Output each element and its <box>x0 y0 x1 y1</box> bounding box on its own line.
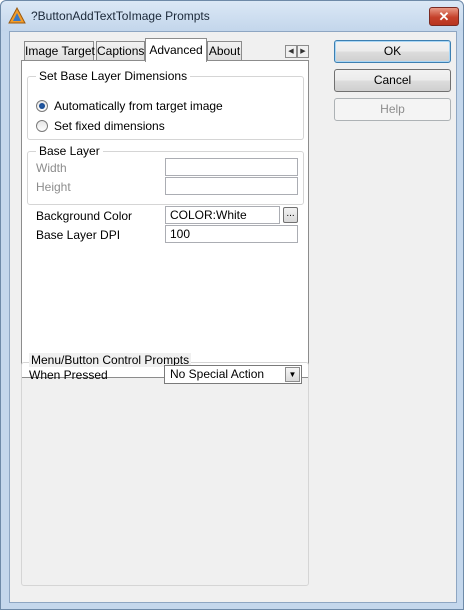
help-button[interactable]: Help <box>334 98 451 121</box>
when-pressed-value: No Special Action <box>170 367 265 381</box>
advanced-tab-panel: Set Base Layer Dimensions Automatically … <box>21 60 309 378</box>
close-icon: ✕ <box>438 9 450 24</box>
tab-scroll-right-icon[interactable]: ▶ <box>297 45 309 58</box>
radio-button-checked <box>36 100 48 112</box>
width-label: Width <box>36 161 67 175</box>
dialog-client-area: Image Target Captions Advanced About ◀ ▶… <box>9 31 457 603</box>
base-layer-dpi-label: Base Layer DPI <box>36 228 121 242</box>
tab-scroll-left-icon[interactable]: ◀ <box>285 45 297 58</box>
radio-button-unchecked <box>36 120 48 132</box>
tab-label: Advanced <box>149 43 203 57</box>
width-field[interactable] <box>165 158 298 176</box>
radio-fixed-dimensions[interactable]: Set fixed dimensions <box>36 119 165 133</box>
background-color-label: Background Color <box>36 209 133 223</box>
cancel-button[interactable]: Cancel <box>334 69 451 92</box>
tab-scroll-buttons: ◀ ▶ <box>285 45 309 58</box>
tab-image-target[interactable]: Image Target <box>24 41 95 62</box>
radio-label: Automatically from target image <box>54 99 223 113</box>
close-button[interactable]: ✕ <box>429 7 459 26</box>
ok-button[interactable]: OK <box>334 40 451 63</box>
dialog-window: ?ButtonAddTextToImage Prompts ✕ Image Ta… <box>0 0 464 610</box>
tab-label: Image Target <box>25 44 95 58</box>
height-label: Height <box>36 180 71 194</box>
menu-button-prompts-group <box>21 362 309 586</box>
when-pressed-dropdown[interactable]: No Special Action ▼ <box>164 365 302 384</box>
base-layer-dimensions-label: Set Base Layer Dimensions <box>36 69 191 83</box>
background-color-field[interactable]: COLOR:White <box>165 206 280 224</box>
base-layer-label: Base Layer <box>36 144 103 158</box>
title-bar[interactable]: ?ButtonAddTextToImage Prompts ✕ <box>1 1 463 31</box>
when-pressed-label: When Pressed <box>29 368 108 382</box>
radio-label: Set fixed dimensions <box>54 119 165 133</box>
height-field[interactable] <box>165 177 298 195</box>
radio-auto-dimensions[interactable]: Automatically from target image <box>36 99 223 113</box>
background-color-browse-button[interactable]: ... <box>283 207 298 223</box>
dropdown-arrow-icon: ▼ <box>285 367 300 382</box>
tab-about[interactable]: About <box>207 41 242 62</box>
tab-label: Captions <box>97 44 145 58</box>
window-title: ?ButtonAddTextToImage Prompts <box>31 9 210 23</box>
tab-captions[interactable]: Captions <box>96 41 145 62</box>
tab-label: About <box>208 44 241 58</box>
base-layer-dpi-field[interactable]: 100 <box>165 225 298 243</box>
tab-advanced[interactable]: Advanced <box>145 38 207 62</box>
app-triangle-icon <box>8 7 26 24</box>
